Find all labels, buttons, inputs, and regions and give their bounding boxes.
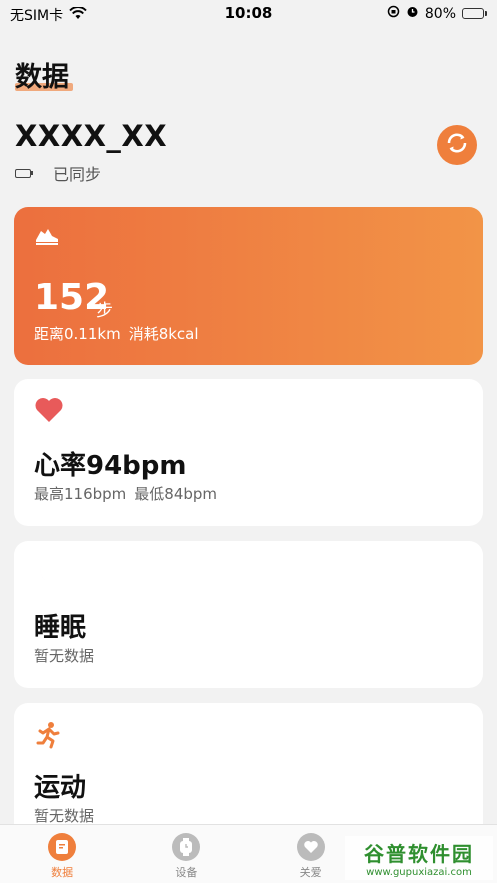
heart-rate-card[interactable]: 心率94bpm 最高116bpm 最低84bpm <box>14 379 483 526</box>
shoe-icon <box>34 225 60 251</box>
sleep-title: 睡眠 <box>34 613 87 643</box>
sync-button[interactable] <box>437 125 477 165</box>
watermark-url: www.gupuxiazai.com <box>366 867 472 878</box>
lock-rotation-icon <box>387 5 400 22</box>
device-name: XXXX_XX <box>15 119 168 153</box>
refresh-icon <box>444 130 470 160</box>
tab-data[interactable]: 数据 <box>0 825 124 883</box>
page-title: 数据 <box>15 62 69 93</box>
steps-distance: 距离0.11km <box>34 325 121 343</box>
sync-row: 已同步 <box>15 161 101 185</box>
steps-calories: 消耗8kcal <box>128 325 199 343</box>
tab-device[interactable]: 设备 <box>124 825 248 883</box>
heart-rate-max: 最高116bpm <box>34 485 127 503</box>
tab-device-label: 设备 <box>175 866 198 879</box>
tab-care-label: 关爱 <box>299 866 322 879</box>
heart-icon <box>34 397 64 427</box>
status-right: 80% <box>387 5 487 22</box>
tab-data-label: 数据 <box>51 866 74 879</box>
running-icon <box>34 721 62 753</box>
sport-status: 暂无数据 <box>34 807 95 825</box>
page-title-wrap: 数据 <box>15 55 73 94</box>
alarm-icon <box>406 5 419 22</box>
heart-rate-title: 心率94bpm <box>34 451 187 481</box>
watermark-logo: 谷普软件园 www.gupuxiazai.com <box>345 836 493 880</box>
heart-rate-min: 最低84bpm <box>134 485 218 503</box>
watch-icon <box>172 833 201 861</box>
battery-icon <box>462 8 487 19</box>
sport-title: 运动 <box>34 773 87 803</box>
sleep-card[interactable]: 睡眠 暂无数据 <box>14 541 483 688</box>
care-icon <box>296 833 325 861</box>
steps-card[interactable]: 152 步 距离0.11km 消耗8kcal <box>14 207 483 365</box>
battery-percent: 80% <box>424 5 456 22</box>
status-bar: 无SIM卡 10:08 80% <box>0 0 497 26</box>
device-battery-icon <box>15 168 33 178</box>
sync-status: 已同步 <box>53 165 102 184</box>
moon-icon <box>34 559 64 593</box>
data-icon <box>48 833 77 861</box>
steps-unit: 步 <box>96 301 113 321</box>
sleep-status: 暂无数据 <box>34 647 95 665</box>
watermark-main: 谷普软件园 <box>364 842 474 866</box>
heart-rate-details: 最高116bpm 最低84bpm <box>34 483 217 504</box>
steps-details: 距离0.11km 消耗8kcal <box>34 323 199 344</box>
